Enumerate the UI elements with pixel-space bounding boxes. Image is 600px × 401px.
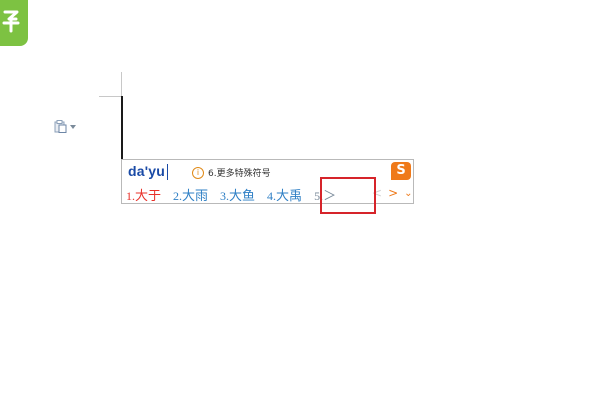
chevron-down-icon [70,124,76,129]
paste-options-button[interactable] [54,120,76,133]
ime-next-page-button[interactable]: > [388,186,398,200]
text-caret [121,96,123,161]
ime-hint-text: 6.更多特殊符号 [208,169,271,179]
info-icon: i [192,166,204,179]
ime-candidate-4[interactable]: 4.大禹 [267,185,302,204]
page-margin-corner-vertical [121,72,122,96]
wps-logo-icon[interactable] [0,0,28,46]
paste-options-icon [54,120,67,133]
ime-expand-button[interactable]: ⌄ [404,188,412,199]
ime-special-symbols-hint[interactable]: i 6.更多特殊符号 [192,166,271,179]
sogou-logo-icon[interactable]: S [391,162,411,180]
composition-cursor [167,164,168,180]
ime-page-navigation: < > ⌄ [372,186,413,200]
ime-candidate-1[interactable]: 1.大于 [126,185,161,204]
ime-composition-text: da'yu [128,163,166,179]
annotation-highlight-box [320,177,376,214]
ime-candidate-3[interactable]: 3.大鱼 [220,185,255,204]
ime-candidate-list: 1.大于 2.大雨 3.大鱼 4.大禹 5.＞ [126,185,348,204]
ime-candidate-2[interactable]: 2.大雨 [173,185,208,204]
page-margin-corner-horizontal [99,96,121,97]
